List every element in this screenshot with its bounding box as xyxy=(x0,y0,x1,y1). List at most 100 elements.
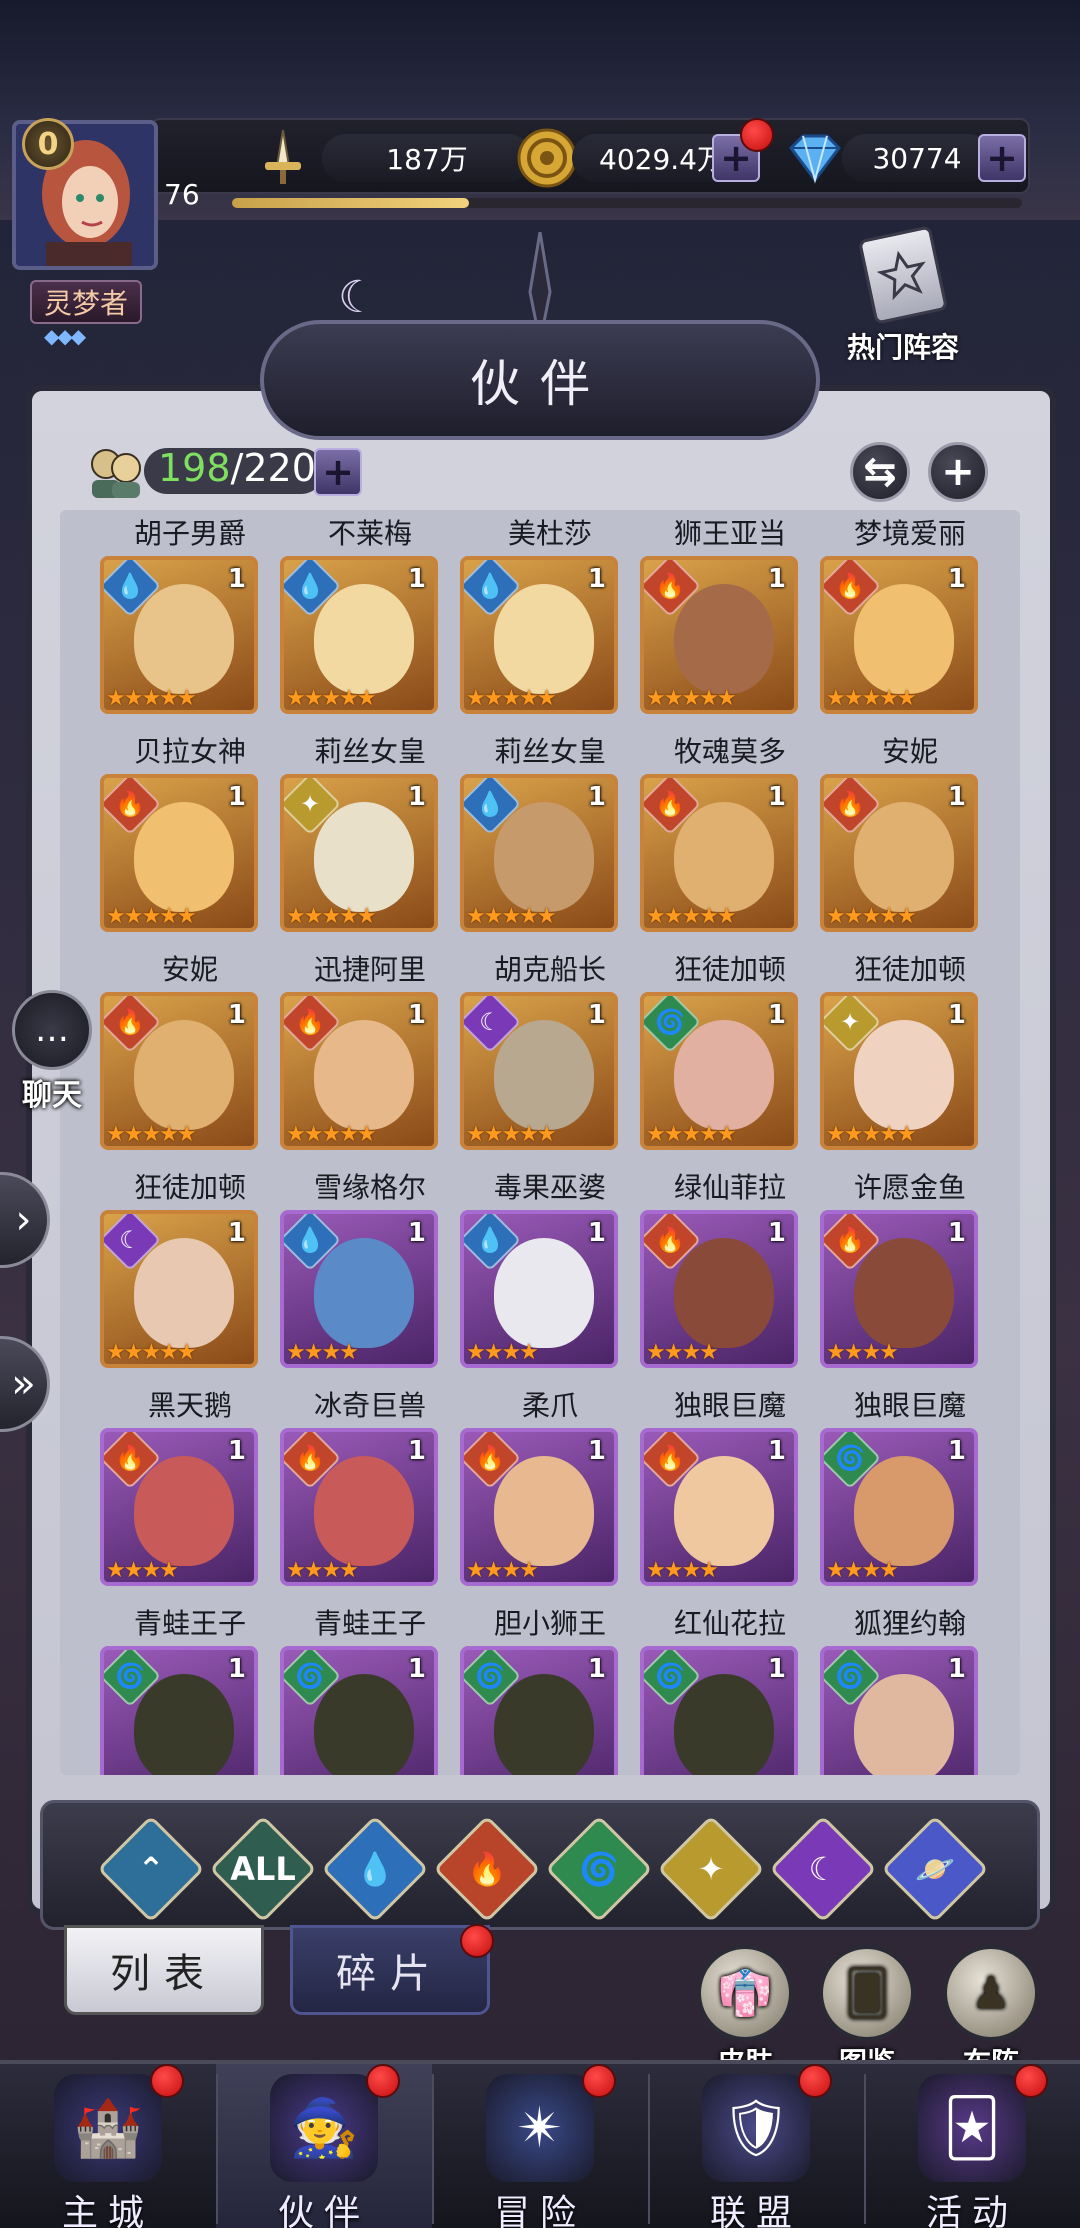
nav-shield[interactable]: 🛡 联盟 xyxy=(648,2064,864,2228)
hero-card-cell[interactable]: 安妮 🔥 1 ★★★★★ xyxy=(820,728,1000,946)
hero-portrait[interactable]: 🔥 1 ★★★★★ xyxy=(820,774,978,932)
hero-portrait[interactable]: 🔥 1 ★★★★★ xyxy=(100,992,258,1150)
hero-card-cell[interactable]: 青蛙王子 🌀1★★★★ xyxy=(100,1600,280,1775)
hero-portrait[interactable]: 🔥 1 ★★★★★ xyxy=(280,992,438,1150)
hero-portrait[interactable]: 🔥 1 ★★★★★ xyxy=(640,774,798,932)
nav-castle[interactable]: 🏰 主城 xyxy=(0,2064,216,2228)
hero-card-cell[interactable]: 青蛙王子 🌀1★★★★ xyxy=(280,1600,460,1775)
hero-card-cell[interactable]: 狂徒加顿 ☾ 1 ★★★★★ xyxy=(100,1164,280,1382)
hero-portrait[interactable]: 💧 1 ★★★★★ xyxy=(460,774,618,932)
hero-portrait[interactable]: 🔥 1 ★★★★ xyxy=(820,1210,978,1368)
hero-portrait[interactable]: 💧 1 ★★★★★ xyxy=(280,556,438,714)
hero-portrait[interactable]: 🔥 1 ★★★★★ xyxy=(820,556,978,714)
hero-portrait[interactable]: 💧 1 ★★★★★ xyxy=(100,556,258,714)
filter-wind-button[interactable]: 🌀 xyxy=(545,1815,653,1923)
filter-light-beam-button[interactable]: ⌃ xyxy=(97,1815,205,1923)
hero-card-cell[interactable]: 贝拉女神 🔥 1 ★★★★★ xyxy=(100,728,280,946)
hero-portrait[interactable]: 💧 1 ★★★★★ xyxy=(460,556,618,714)
hero-copy-count: 1 xyxy=(587,782,606,812)
moon-ornament-icon: ☾ xyxy=(338,272,378,323)
hero-copy-count: 1 xyxy=(767,782,786,812)
hero-portrait[interactable]: 🌀1★★★★ xyxy=(100,1646,258,1775)
swap-button[interactable]: ⇆ xyxy=(850,442,910,502)
hero-card-cell[interactable]: 莉丝女皇 💧 1 ★★★★★ xyxy=(460,728,640,946)
hero-card-cell[interactable]: 独眼巨魔 🔥 1 ★★★★ xyxy=(640,1382,820,1600)
hero-name: 迅捷阿里 xyxy=(313,953,426,986)
hero-card-cell[interactable]: 绿仙菲拉 🔥 1 ★★★★ xyxy=(640,1164,820,1382)
filter-planet-icon: 🪐 xyxy=(915,1850,955,1888)
hero-portrait[interactable]: 🔥 1 ★★★★★ xyxy=(100,774,258,932)
hero-portrait[interactable]: 🔥 1 ★★★★ xyxy=(640,1210,798,1368)
filter-wind-icon: 🌀 xyxy=(579,1850,619,1888)
filter-light-icon: ✦ xyxy=(697,1850,725,1888)
hero-portrait[interactable]: ☾ 1 ★★★★★ xyxy=(460,992,618,1150)
hero-portrait[interactable]: 🌀1★★★★ xyxy=(460,1646,618,1775)
hero-portrait[interactable]: 🔥 1 ★★★★ xyxy=(460,1428,618,1586)
hero-star-rating: ★★★★ xyxy=(466,1558,539,1583)
hero-portrait[interactable]: 💧 1 ★★★★ xyxy=(460,1210,618,1368)
hero-portrait[interactable]: 🌀 1 ★★★★★ xyxy=(640,992,798,1150)
hero-card-cell[interactable]: 独眼巨魔 🌀 1 ★★★★ xyxy=(820,1382,1000,1600)
hero-name: 红仙花拉 xyxy=(673,1607,786,1640)
filter-all-button[interactable]: ALL xyxy=(209,1815,317,1923)
hero-portrait[interactable]: 🌀1★★★★ xyxy=(280,1646,438,1775)
hero-portrait[interactable]: 🔥 1 ★★★★ xyxy=(640,1428,798,1586)
hero-card-cell[interactable]: 黑天鹅 🔥 1 ★★★★ xyxy=(100,1382,280,1600)
nav-witch-hat[interactable]: 🧙 伙伴 xyxy=(216,2064,432,2228)
hero-copy-count: 1 xyxy=(227,564,246,594)
filter-light-button[interactable]: ✦ xyxy=(657,1815,765,1923)
filter-dark-button[interactable]: ☾ xyxy=(769,1815,877,1923)
hero-portrait[interactable]: ✦ 1 ★★★★★ xyxy=(280,774,438,932)
hero-card-cell[interactable]: 胆小狮王 🌀1★★★★ xyxy=(460,1600,640,1775)
hero-portrait[interactable]: ☾ 1 ★★★★★ xyxy=(100,1210,258,1368)
hero-card-cell[interactable]: 狮王亚当 🔥 1 ★★★★★ xyxy=(640,510,820,728)
hero-name: 胡克船长 xyxy=(493,953,606,986)
hero-card-cell[interactable]: 不莱梅 💧 1 ★★★★★ xyxy=(280,510,460,728)
hero-card-cell[interactable]: 柔爪 🔥 1 ★★★★ xyxy=(460,1382,640,1600)
hero-copy-count: 1 xyxy=(227,1218,246,1248)
nav-compass[interactable]: ✴ 冒险 xyxy=(432,2064,648,2228)
hero-portrait[interactable]: 🌀1★★★★ xyxy=(820,1646,978,1775)
chat-label: 聊天 xyxy=(22,1078,82,1113)
hero-card-cell[interactable]: 胡克船长 ☾ 1 ★★★★★ xyxy=(460,946,640,1164)
hero-card-cell[interactable]: 毒果巫婆 💧 1 ★★★★ xyxy=(460,1164,640,1382)
hero-card-cell[interactable]: 雪缘格尔 💧 1 ★★★★ xyxy=(280,1164,460,1382)
add-partner-button[interactable]: + xyxy=(928,442,988,502)
tab-list[interactable]: 列表 xyxy=(64,1925,264,2015)
hero-card-cell[interactable]: 许愿金鱼 🔥 1 ★★★★ xyxy=(820,1164,1000,1382)
nav-cards[interactable]: 🃏 活动 xyxy=(864,2064,1080,2228)
hero-card-cell[interactable]: 胡子男爵 💧 1 ★★★★★ xyxy=(100,510,280,728)
hero-card-cell[interactable]: 狂徒加顿 🌀 1 ★★★★★ xyxy=(640,946,820,1164)
hero-card-cell[interactable]: 狂徒加顿 ✦ 1 ★★★★★ xyxy=(820,946,1000,1164)
hero-card-cell[interactable]: 莉丝女皇 ✦ 1 ★★★★★ xyxy=(280,728,460,946)
chat-button[interactable]: … 聊天 xyxy=(6,990,98,1114)
hero-copy-count: 1 xyxy=(587,564,606,594)
bottom-nav: 🏰 主城 🧙 伙伴 ✴ 冒险 🛡 联盟 🃏 活动 xyxy=(0,2060,1080,2228)
hot-lineup-button[interactable]: 热门阵容 xyxy=(838,225,968,364)
hero-card-cell[interactable]: 安妮 🔥 1 ★★★★★ xyxy=(100,946,280,1164)
hero-portrait[interactable]: 💧 1 ★★★★ xyxy=(280,1210,438,1368)
hero-card-cell[interactable]: 冰奇巨兽 🔥 1 ★★★★ xyxy=(280,1382,460,1600)
hero-card-cell[interactable]: 红仙花拉 🌀1★★★★ xyxy=(640,1600,820,1775)
nav-notification-dot xyxy=(798,2064,832,2098)
filter-water-button[interactable]: 💧 xyxy=(321,1815,429,1923)
filter-fire-button[interactable]: 🔥 xyxy=(433,1815,541,1923)
hero-card-cell[interactable]: 牧魂莫多 🔥 1 ★★★★★ xyxy=(640,728,820,946)
hero-card-cell[interactable]: 梦境爱丽 🔥 1 ★★★★★ xyxy=(820,510,1000,728)
player-level-badge: 0 xyxy=(22,118,74,170)
hero-star-rating: ★★★★★ xyxy=(106,1122,197,1147)
hero-card-cell[interactable]: 迅捷阿里 🔥 1 ★★★★★ xyxy=(280,946,460,1164)
hero-portrait[interactable]: 🌀1★★★★ xyxy=(820,1428,978,1586)
hero-copy-count: 1 xyxy=(947,1000,966,1030)
hero-portrait[interactable]: 🔥 1 ★★★★ xyxy=(100,1428,258,1586)
hero-card-cell[interactable]: 狐狸约翰 🌀1★★★★ xyxy=(820,1600,1000,1775)
filter-planet-button[interactable]: 🪐 xyxy=(881,1815,989,1923)
hero-portrait[interactable]: 🔥 1 ★★★★ xyxy=(280,1428,438,1586)
hero-card-cell[interactable]: 美杜莎 💧 1 ★★★★★ xyxy=(460,510,640,728)
add-diamond-button[interactable]: + xyxy=(978,134,1026,182)
hero-portrait[interactable]: 🌀1★★★★ xyxy=(640,1646,798,1775)
hero-portrait[interactable]: 🔥 1 ★★★★★ xyxy=(640,556,798,714)
hero-star-rating: ★★★★★ xyxy=(466,1122,557,1147)
hero-portrait[interactable]: ✦ 1 ★★★★★ xyxy=(820,992,978,1150)
expand-roster-button[interactable]: + xyxy=(314,448,362,496)
